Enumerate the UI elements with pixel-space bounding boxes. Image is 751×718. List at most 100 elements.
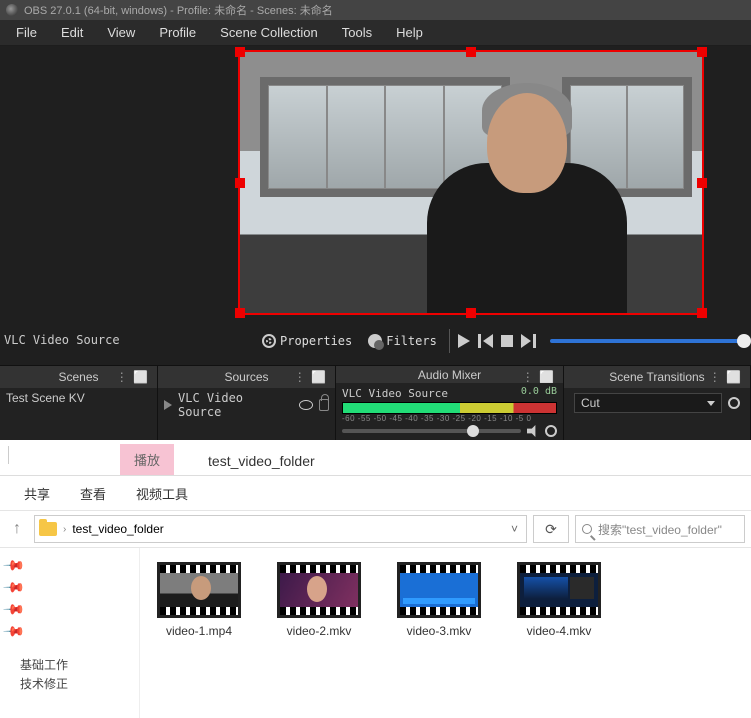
sources-panel: Sources ⋮ ⬜ VLC Video Source [158,366,336,440]
source-item[interactable]: VLC Video Source [164,391,329,419]
play-indicator-icon [164,400,172,410]
breadcrumb-current[interactable]: test_video_folder [72,522,163,536]
filters-button[interactable]: Filters [364,334,441,348]
pin-icon[interactable]: 📌 [6,554,23,571]
chevron-down-icon[interactable]: ˅ [503,522,526,536]
sources-title: Sources [224,370,268,384]
play-icon[interactable] [458,334,470,348]
pin-icon[interactable]: 📌 [6,620,23,637]
sources-body[interactable]: VLC Video Source [158,388,335,440]
filters-label: Filters [386,334,437,348]
previous-icon[interactable] [478,334,493,348]
obs-window: OBS 27.0.1 (64-bit, windows) - Profile: … [0,0,751,440]
menu-profile[interactable]: Profile [147,21,208,44]
gear-icon[interactable] [545,425,557,437]
file-pane[interactable]: video-1.mp4 video-2.mkv video-3.mkv vide… [140,548,751,718]
titlebar: OBS 27.0.1 (64-bit, windows) - Profile: … [0,0,751,20]
properties-label: Properties [280,334,352,348]
resize-handle[interactable] [235,47,245,57]
resize-handle[interactable] [697,47,707,57]
dock-menu-icon[interactable]: ⋮ ⬜ [522,370,555,384]
explorer-window: 播放 test_video_folder 共享 查看 视频工具 ↑ › test… [0,440,751,718]
up-button[interactable]: ↑ [6,518,28,540]
resize-handle[interactable] [697,308,707,318]
file-item[interactable]: video-3.mkv [394,562,484,638]
db-value: 0.0 dB [521,386,557,397]
refresh-button[interactable]: ⟳ [533,515,569,543]
menu-help[interactable]: Help [384,21,435,44]
scenes-title: Scenes [58,370,98,384]
dock-menu-icon[interactable]: ⋮ ⬜ [709,370,742,384]
eye-icon[interactable] [299,400,313,410]
menu-file[interactable]: File [4,21,49,44]
transitions-panel: Scene Transitions ⋮ ⬜ Cut [564,366,751,440]
mixer-header: Audio Mixer ⋮ ⬜ [336,366,563,383]
file-item[interactable]: video-1.mp4 [154,562,244,638]
address-bar-row: ↑ › test_video_folder ˅ ⟳ 搜索"test_video_… [0,510,751,548]
resize-handle[interactable] [235,178,245,188]
scenes-header: Scenes ⋮ ⬜ [0,366,157,388]
stop-icon[interactable] [501,335,513,347]
person-figure [417,83,647,313]
search-placeholder: 搜索"test_video_folder" [598,521,722,538]
search-icon [582,524,592,534]
menu-scene-collection[interactable]: Scene Collection [208,21,330,44]
next-icon[interactable] [521,334,536,348]
mixer-title: Audio Mixer [418,368,481,382]
ribbon-tab-play[interactable]: 播放 [120,444,174,475]
docks: Scenes ⋮ ⬜ Test Scene KV Sources ⋮ ⬜ VLC… [0,365,751,440]
transition-select[interactable]: Cut [574,393,722,413]
toolbar-divider [449,329,450,353]
list-item[interactable]: 技术修正 [20,675,737,694]
resize-handle[interactable] [235,308,245,318]
file-name: video-4.mkv [527,624,592,638]
scenes-panel: Scenes ⋮ ⬜ Test Scene KV [0,366,158,440]
chevron-down-icon [707,401,715,406]
dock-menu-icon[interactable]: ⋮ ⬜ [116,370,149,384]
gear-icon [262,334,276,348]
resize-handle[interactable] [466,47,476,57]
filters-icon [368,334,382,348]
volume-slider[interactable] [342,429,521,433]
scenes-body[interactable]: Test Scene KV [0,388,157,440]
list-item[interactable]: 基础工作 [20,656,737,675]
preview-video [240,52,702,313]
search-input[interactable]: 搜索"test_video_folder" [575,515,745,543]
speaker-icon[interactable] [527,425,539,437]
ribbon-tabs: 播放 test_video_folder [0,440,751,476]
audio-mixer-panel: Audio Mixer ⋮ ⬜ VLC Video Source 0.0 dB … [336,366,564,440]
slider-thumb[interactable] [467,425,479,437]
properties-button[interactable]: Properties [258,334,356,348]
file-item[interactable]: video-4.mkv [514,562,604,638]
file-name: video-2.mkv [287,624,352,638]
resize-handle[interactable] [466,308,476,318]
address-bar[interactable]: › test_video_folder ˅ [34,515,527,543]
playback-slider[interactable] [550,339,745,343]
menu-tools[interactable]: Tools [330,21,384,44]
pin-icon[interactable]: 📌 [6,576,23,593]
ribbon-video-tools[interactable]: 视频工具 [136,484,188,503]
mixer-body: VLC Video Source 0.0 dB -60 -55 -50 -45 … [336,383,563,440]
selected-source-label: VLC Video Source [4,333,120,347]
scene-item[interactable]: Test Scene KV [6,391,151,405]
bottom-text: 基础工作 技术修正 [20,656,737,694]
menu-view[interactable]: View [95,21,147,44]
explorer-content: 📌 📌 📌 📌 video-1.mp4 video-2.mkv video-3.… [0,548,751,718]
file-name: video-1.mp4 [166,624,232,638]
audio-meter [342,402,557,414]
resize-handle[interactable] [697,178,707,188]
ribbon-share[interactable]: 共享 [24,484,50,503]
slider-thumb[interactable] [737,334,751,348]
gear-icon[interactable] [728,397,740,409]
tab-divider [8,446,9,464]
pin-icon[interactable]: 📌 [6,598,23,615]
audio-scale: -60 -55 -50 -45 -40 -35 -30 -25 -20 -15 … [342,414,557,423]
dock-menu-icon[interactable]: ⋮ ⬜ [294,370,327,384]
selected-source-box[interactable] [238,50,704,315]
sources-header: Sources ⋮ ⬜ [158,366,335,388]
lock-icon[interactable] [319,399,329,411]
file-item[interactable]: video-2.mkv [274,562,364,638]
preview-area[interactable]: VLC Video Source Properties Filters [0,46,751,365]
menu-edit[interactable]: Edit [49,21,95,44]
ribbon-view[interactable]: 查看 [80,484,106,503]
